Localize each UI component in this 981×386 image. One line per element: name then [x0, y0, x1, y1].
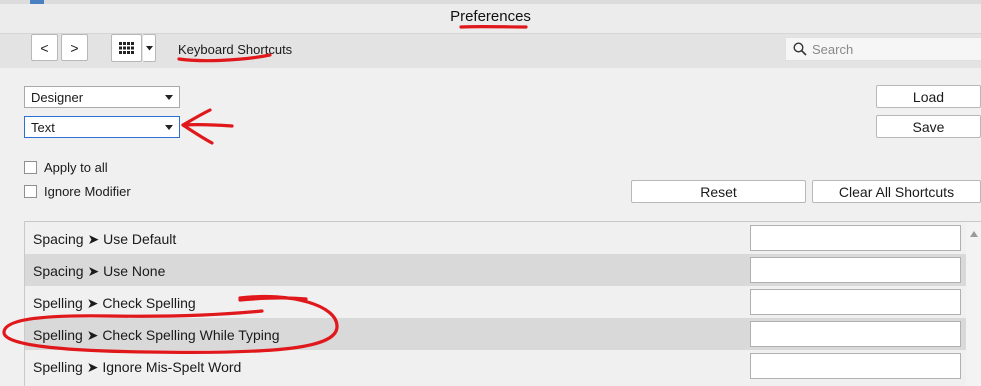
load-button[interactable]: Load — [876, 85, 981, 108]
grid-view-button[interactable] — [111, 34, 142, 62]
group-select[interactable]: Text — [24, 116, 180, 138]
title-bar: Preferences — [0, 0, 981, 34]
grid-view-dropdown[interactable] — [143, 34, 156, 62]
chevron-down-icon — [165, 95, 173, 100]
search-input[interactable]: Search — [785, 37, 981, 61]
window-title: Preferences — [0, 8, 981, 25]
ignore-modifier-checkbox[interactable]: Ignore Modifier — [24, 184, 131, 199]
back-button[interactable]: < — [31, 34, 58, 61]
apply-to-all-checkbox[interactable]: Apply to all — [24, 160, 108, 175]
chevron-down-icon — [165, 125, 173, 130]
shortcut-label: Spelling ➤ Ignore Mis-Spelt Word — [33, 359, 241, 376]
save-button[interactable]: Save — [876, 115, 981, 138]
table-row[interactable]: Spelling ➤ Check Spelling While Typing — [25, 318, 966, 350]
window-top-edge — [0, 0, 981, 4]
ignore-modifier-label: Ignore Modifier — [44, 184, 131, 199]
category-select[interactable]: Designer — [24, 86, 180, 108]
shortcut-list: Spacing ➤ Use Default Spacing ➤ Use None… — [24, 221, 981, 386]
forward-button[interactable]: > — [61, 34, 88, 61]
app-icon — [30, 0, 44, 4]
shortcut-label: Spelling ➤ Check Spelling — [33, 295, 196, 312]
shortcut-field[interactable] — [750, 225, 961, 251]
toolbar: < > Keyboard Shortcuts Search — [0, 34, 981, 68]
group-select-value: Text — [31, 120, 55, 135]
shortcut-field[interactable] — [750, 257, 961, 283]
shortcut-field[interactable] — [750, 321, 961, 347]
grid-icon — [119, 42, 135, 54]
reset-button[interactable]: Reset — [631, 180, 806, 203]
shortcut-label: Spacing ➤ Use Default — [33, 231, 176, 248]
table-row[interactable]: Spelling ➤ Ignore Mis-Spelt Word — [25, 350, 966, 382]
checkbox-box[interactable] — [24, 161, 37, 174]
search-icon — [793, 42, 807, 56]
shortcut-field[interactable] — [750, 289, 961, 315]
clear-all-shortcuts-button[interactable]: Clear All Shortcuts — [812, 180, 981, 203]
table-row[interactable]: Spelling ➤ Check Spelling — [25, 286, 966, 318]
table-row[interactable]: Spacing ➤ Use Default — [25, 222, 966, 254]
table-row[interactable]: Spacing ➤ Use None — [25, 254, 966, 286]
search-placeholder: Search — [812, 42, 853, 57]
category-select-value: Designer — [31, 90, 83, 105]
breadcrumb[interactable]: Keyboard Shortcuts — [178, 42, 292, 57]
arrow-head-annotation — [183, 110, 212, 143]
apply-to-all-label: Apply to all — [44, 160, 108, 175]
scroll-up-arrow-icon[interactable] — [970, 231, 978, 237]
chevron-down-icon — [146, 46, 153, 51]
shortcut-label: Spelling ➤ Check Spelling While Typing — [33, 327, 280, 344]
vertical-scrollbar[interactable] — [966, 222, 981, 386]
shortcut-label: Spacing ➤ Use None — [33, 263, 165, 280]
arrow-annotation — [183, 125, 232, 126]
checkbox-box[interactable] — [24, 185, 37, 198]
shortcut-field[interactable] — [750, 353, 961, 379]
